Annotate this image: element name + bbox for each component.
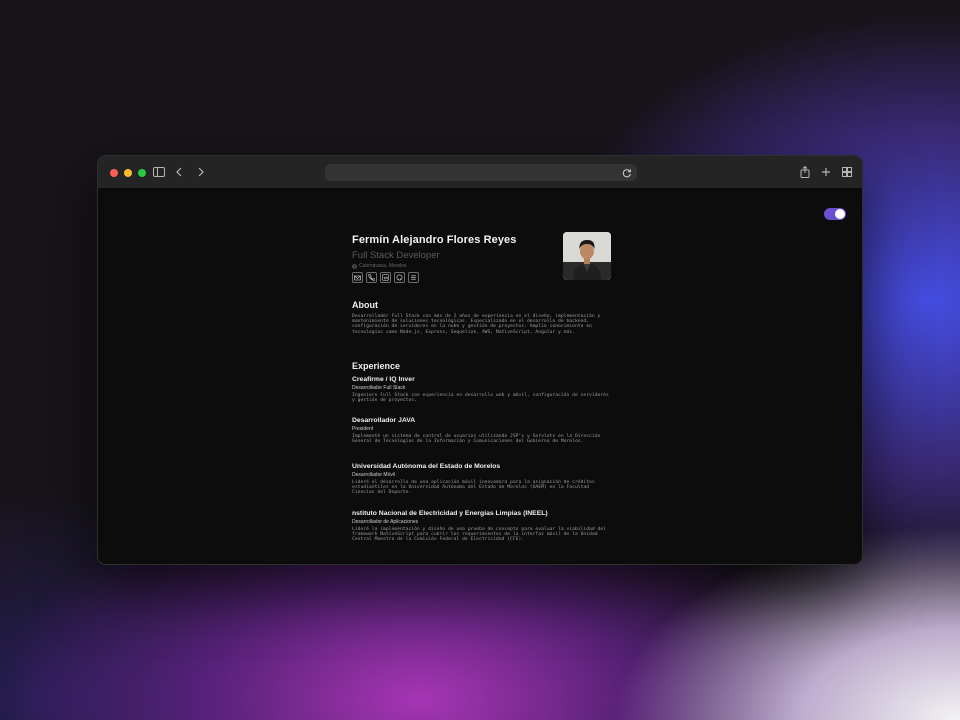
experience-heading: Experience <box>352 361 401 371</box>
job-entry: Creafirme / IQ Inver Desarrollador Full … <box>352 376 614 403</box>
browser-toolbar <box>98 156 862 189</box>
new-tab-icon[interactable] <box>819 165 833 179</box>
job-company: Universidad Autónoma del Estado de Morel… <box>352 463 501 470</box>
job-company: Creafirme / IQ Inver <box>352 376 415 383</box>
job-title: Desarrollador Full Stack <box>352 385 406 391</box>
phone-icon[interactable] <box>366 272 377 283</box>
mail-icon[interactable] <box>352 272 363 283</box>
window-controls <box>110 169 146 177</box>
job-company: nstituto Nacional de Electricidad y Ener… <box>352 510 548 517</box>
minimize-window-button[interactable] <box>124 169 132 177</box>
zoom-window-button[interactable] <box>138 169 146 177</box>
about-text: Desarrollador Full Stack con más de 2 añ… <box>352 314 601 335</box>
job-description: Lideré el desarrollo de una aplicación m… <box>352 480 595 496</box>
menu-icon[interactable] <box>408 272 419 283</box>
linkedin-icon[interactable] <box>380 272 391 283</box>
close-window-button[interactable] <box>110 169 118 177</box>
job-title: President <box>352 426 374 432</box>
avatar <box>563 232 611 280</box>
theme-toggle-knob <box>835 209 845 219</box>
share-icon[interactable] <box>798 165 812 179</box>
job-description: Lideré la implementación y diseño de una… <box>352 527 606 543</box>
job-description: Ingeniero Full Stack con experiencia en … <box>352 393 609 404</box>
sidebar-icon[interactable] <box>152 165 166 179</box>
profile-location: Cuernavaca, Morelos <box>359 263 407 269</box>
reload-icon[interactable] <box>621 166 633 178</box>
job-entry: nstituto Nacional de Electricidad y Ener… <box>352 510 614 543</box>
address-bar[interactable] <box>325 164 637 181</box>
forward-icon[interactable] <box>194 165 208 179</box>
job-title: Desarrollador Móvil <box>352 472 396 478</box>
back-icon[interactable] <box>172 165 186 179</box>
theme-toggle[interactable] <box>824 208 846 220</box>
page-content: Fermín Alejandro Flores Reyes Full Stack… <box>98 189 862 564</box>
job-entry: Desarrollador JAVA President Implementé … <box>352 417 614 444</box>
github-icon[interactable] <box>394 272 405 283</box>
globe-icon <box>352 263 357 269</box>
job-company: Desarrollador JAVA <box>352 417 416 424</box>
tabs-overview-icon[interactable] <box>840 165 854 179</box>
job-description: Implementé un sistema de control de usua… <box>352 434 601 445</box>
about-heading: About <box>352 300 378 310</box>
job-title: Desarrollador de Aplicaciones <box>352 519 419 525</box>
browser-window: Fermín Alejandro Flores Reyes Full Stack… <box>97 155 863 565</box>
job-entry: Universidad Autónoma del Estado de Morel… <box>352 463 614 496</box>
